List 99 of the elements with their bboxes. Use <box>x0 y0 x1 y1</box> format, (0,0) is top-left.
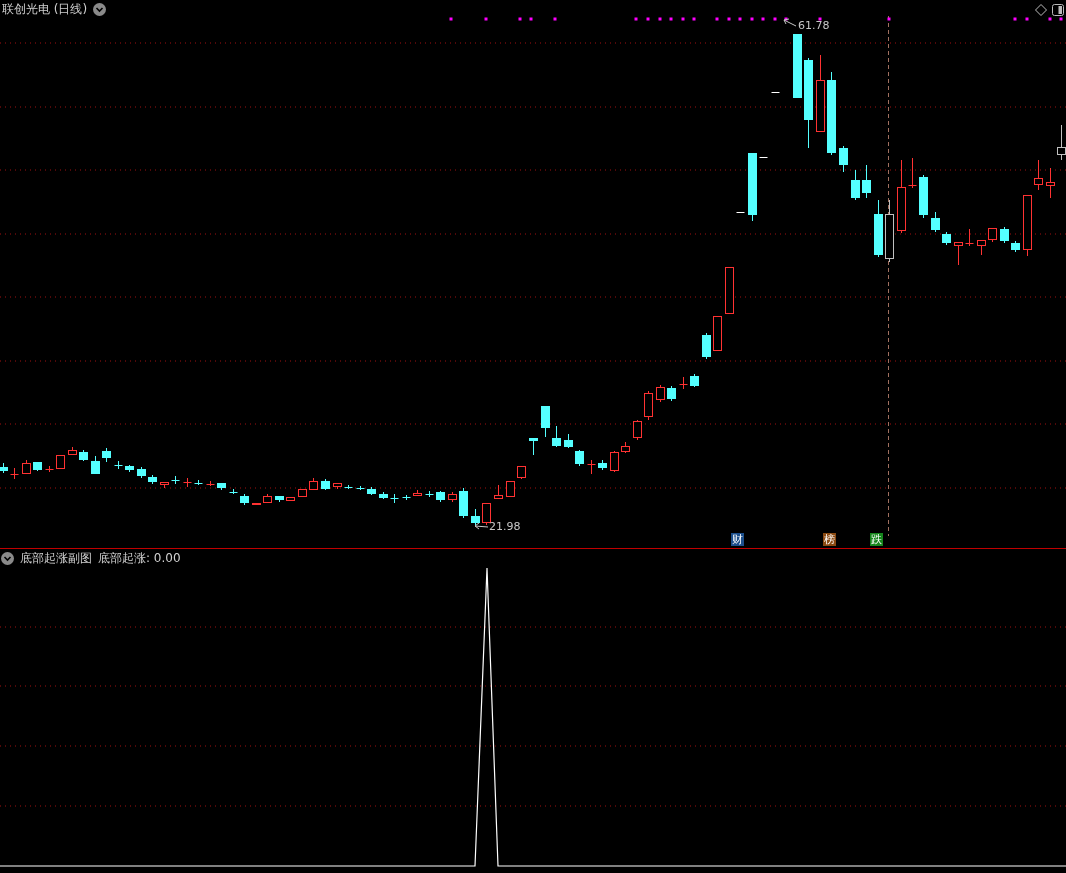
candlestick <box>114 460 123 470</box>
indicator-title: 底部起涨副图 <box>20 551 92 565</box>
low-price-label: 21.98 <box>489 521 521 533</box>
candlestick <box>275 495 284 503</box>
candlestick <box>102 447 111 463</box>
candlestick <box>148 474 157 485</box>
candlestick <box>965 228 974 247</box>
candlestick <box>459 487 468 519</box>
candlestick <box>217 482 226 491</box>
event-marker[interactable]: 榜 <box>823 533 836 546</box>
candlestick <box>1046 167 1055 199</box>
candlestick <box>1000 226 1009 244</box>
high-price-label: 61.78 <box>798 20 830 32</box>
candlestick <box>931 211 940 233</box>
candlestick <box>425 490 434 498</box>
candlestick <box>690 373 699 388</box>
candlestick <box>22 459 31 475</box>
candlestick <box>137 466 146 479</box>
candlestick <box>702 332 711 360</box>
candlestick <box>183 477 192 488</box>
candlestick <box>919 174 928 219</box>
candlestick <box>621 441 630 454</box>
chevron-down-icon[interactable] <box>1 551 14 565</box>
candlestick <box>908 157 917 189</box>
candlestick <box>160 481 169 489</box>
candlestick <box>725 266 734 315</box>
candlestick <box>413 489 422 497</box>
candlestick <box>610 450 619 473</box>
candlestick <box>171 475 180 485</box>
candlestick <box>736 211 745 213</box>
candlestick <box>667 385 676 402</box>
candlestick <box>344 484 353 490</box>
candlestick <box>954 241 963 266</box>
candlestick <box>874 199 883 258</box>
candlestick <box>494 484 503 500</box>
candlestick <box>885 199 894 263</box>
candlestick <box>862 164 871 199</box>
candlestick <box>541 405 550 438</box>
candlestick <box>91 455 100 475</box>
candlestick <box>0 462 8 474</box>
candlestick <box>1011 240 1020 253</box>
diamond-icon[interactable] <box>1035 4 1047 16</box>
candlestick <box>977 239 986 256</box>
candlestick <box>793 33 802 99</box>
candlestick <box>206 480 215 487</box>
candlestick <box>988 227 997 243</box>
candlestick <box>839 145 848 173</box>
candlestick <box>321 478 330 491</box>
candlestick <box>942 231 951 246</box>
candlestick <box>448 491 457 503</box>
candlestick <box>471 508 480 526</box>
candlestick <box>771 91 780 93</box>
candlestick <box>333 482 342 490</box>
candlestick <box>748 152 757 222</box>
candlestick <box>390 493 399 504</box>
candlestick <box>656 384 665 403</box>
low-arrow-icon <box>474 522 489 530</box>
event-marker[interactable]: 财 <box>731 533 744 546</box>
candlestick <box>79 449 88 462</box>
candlestick <box>713 315 722 352</box>
candlestick <box>309 477 318 491</box>
candlestick <box>529 437 538 456</box>
candlestick <box>575 449 584 467</box>
candlestick <box>1034 159 1043 191</box>
candlestick <box>402 494 411 501</box>
candlestick <box>482 502 491 526</box>
candlestick <box>564 433 573 449</box>
candlestick <box>506 480 515 498</box>
candlestick <box>759 156 768 158</box>
high-arrow-icon <box>783 18 797 27</box>
candlestick <box>1023 194 1032 257</box>
chart-title: 联创光电 (日线) <box>2 2 88 16</box>
candlestick <box>263 493 272 504</box>
candlestick <box>194 479 203 486</box>
candlestick <box>679 376 688 390</box>
candlestick <box>436 490 445 503</box>
candlestick <box>125 464 134 473</box>
chevron-down-icon[interactable] <box>93 2 107 16</box>
candlestick <box>240 493 249 506</box>
candlestick <box>33 461 42 472</box>
candlestick <box>644 390 653 421</box>
candlestick <box>552 425 561 448</box>
candlestick <box>517 465 526 480</box>
candlestick <box>10 467 19 480</box>
candlestick <box>367 486 376 496</box>
event-marker[interactable]: 跌 <box>870 533 883 546</box>
candlestick <box>45 465 54 473</box>
candlestick <box>229 488 238 495</box>
candlestick <box>598 459 607 471</box>
candlestick <box>379 491 388 500</box>
candlestick <box>851 169 860 201</box>
panel-toggle-icon[interactable] <box>1052 4 1064 16</box>
candlestick <box>68 446 77 456</box>
candlestick <box>356 485 365 491</box>
candlestick <box>252 502 261 506</box>
candlestick <box>633 419 642 441</box>
indicator-value: 底部起涨: 0.00 <box>98 551 181 565</box>
candlestick <box>587 459 596 475</box>
candlestick <box>56 454 65 470</box>
